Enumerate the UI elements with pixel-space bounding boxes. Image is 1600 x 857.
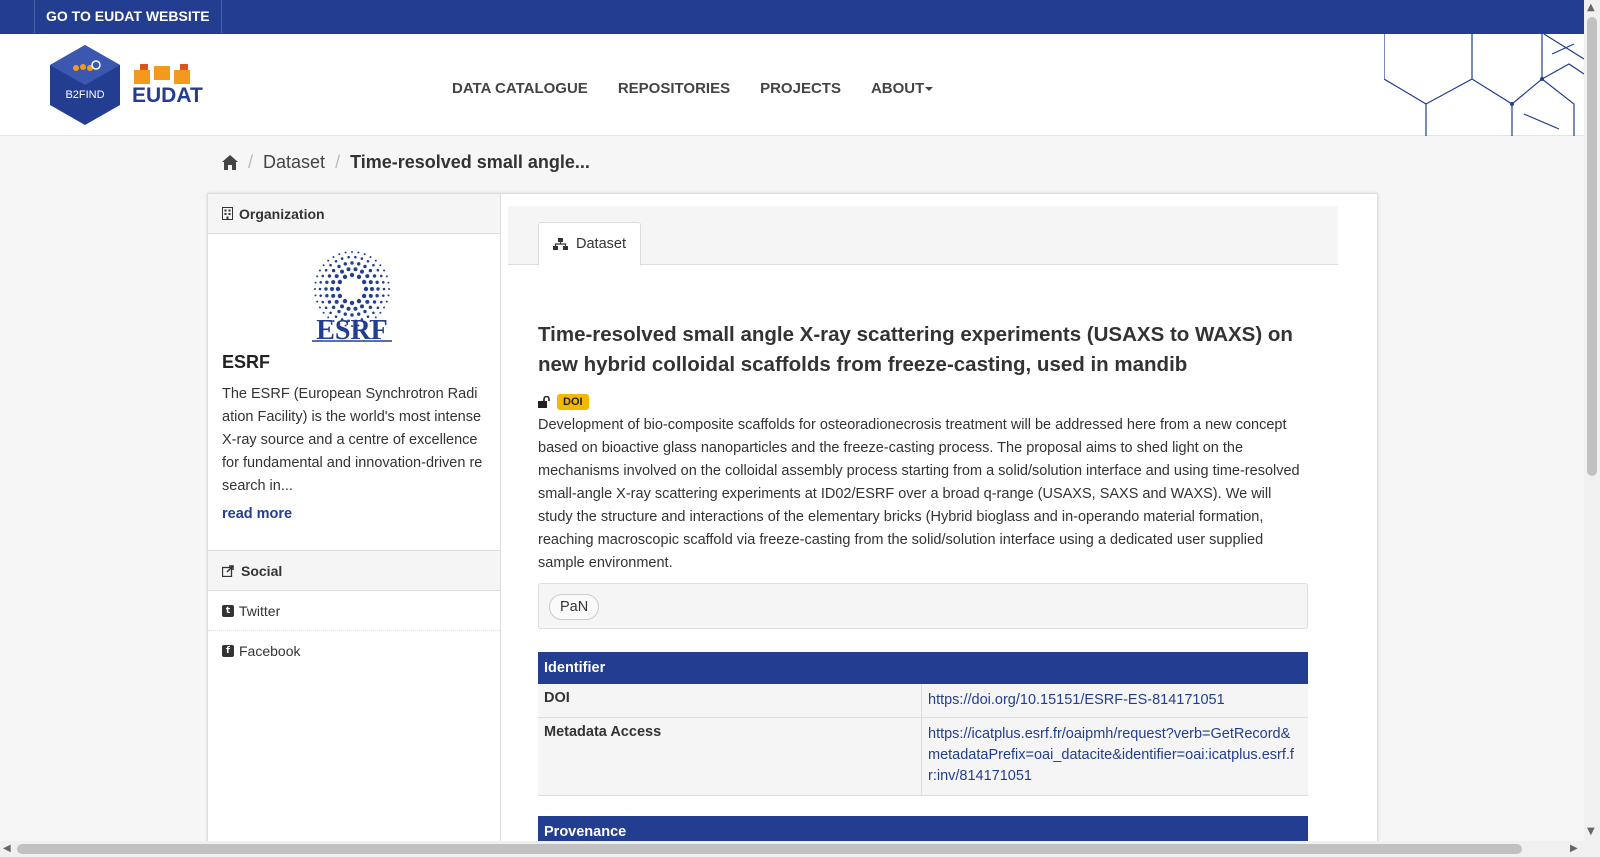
dataset-card: Organization ESRF ESRF The ESRF (Europea… (207, 193, 1378, 857)
facebook-label: Facebook (239, 643, 301, 659)
breadcrumb-separator: / (248, 152, 254, 172)
nav-repositories[interactable]: REPOSITORIES (618, 80, 730, 97)
site-header: B2FIND EUDAT DATA CATALOGUE REPOSITORIES… (0, 33, 1585, 136)
read-more-link[interactable]: read more (222, 506, 292, 522)
table-row: Metadata Access https://icatplus.esrf.fr… (538, 718, 1308, 796)
home-icon[interactable] (222, 155, 238, 170)
b2find-logo[interactable]: B2FIND (48, 43, 122, 127)
identifier-table: Identifier DOI https://doi.org/10.15151/… (538, 652, 1308, 848)
twitter-icon: t (222, 604, 234, 617)
social-heading: Social (208, 551, 500, 591)
doi-label: DOI (538, 684, 922, 717)
main-nav: DATA CATALOGUE REPOSITORIES PROJECTS ABO… (452, 80, 934, 97)
tab-dataset[interactable]: Dataset (538, 222, 641, 266)
tag-pill[interactable]: PaN (549, 594, 600, 620)
scroll-left-arrow-icon[interactable]: ◀ (3, 843, 11, 854)
organization-name[interactable]: ESRF (222, 352, 270, 373)
horizontal-scroll-thumb[interactable] (17, 844, 1522, 854)
unlock-icon (538, 396, 550, 408)
breadcrumb-separator: / (335, 152, 341, 172)
access-badges: DOI (538, 394, 589, 410)
nav-about-label: ABOUT (870, 80, 925, 97)
top-bar: GO TO EUDAT WEBSITE (0, 0, 1584, 34)
doi-badge: DOI (557, 394, 589, 410)
nav-about-dropdown[interactable]: ABOUT (870, 80, 934, 97)
vertical-scrollbar[interactable]: ▲ ▼ (1584, 0, 1600, 857)
social-section: Social (208, 550, 500, 591)
eudat-label: EUDAT (132, 84, 203, 107)
header-decoration (1383, 33, 1585, 136)
social-facebook-link[interactable]: f Facebook (208, 631, 500, 671)
horizontal-scrollbar[interactable]: ◀ ▶ (0, 841, 1584, 857)
tags-panel: PaN (538, 583, 1308, 629)
breadcrumb-dataset[interactable]: Dataset (263, 152, 325, 173)
scroll-right-arrow-icon[interactable]: ▶ (1570, 843, 1578, 854)
tabs-bar: Dataset (508, 206, 1338, 266)
facebook-icon: f (222, 645, 234, 657)
metadata-access-link[interactable]: https://icatplus.esrf.fr/oaipmh/request?… (922, 718, 1308, 795)
tab-dataset-label: Dataset (576, 236, 626, 252)
metadata-access-label: Metadata Access (538, 718, 922, 795)
esrf-logo[interactable]: ESRF (310, 251, 394, 346)
twitter-label: Twitter (239, 602, 281, 619)
nav-data-catalogue[interactable]: DATA CATALOGUE (452, 80, 588, 97)
b2find-label: B2FIND (65, 89, 104, 101)
eudat-website-link[interactable]: GO TO EUDAT WEBSITE (34, 0, 222, 33)
sitemap-icon (553, 238, 568, 250)
social-twitter-link[interactable]: t Twitter (208, 591, 500, 631)
scroll-down-arrow-icon[interactable]: ▼ (1587, 826, 1595, 837)
scroll-up-arrow-icon[interactable]: ▲ (1587, 2, 1595, 13)
organization-heading: Organization (208, 194, 500, 234)
social-heading-label: Social (241, 562, 283, 579)
building-icon (222, 207, 233, 220)
organization-heading-label: Organization (239, 205, 325, 222)
dataset-title: Time-resolved small angle X-ray scatteri… (538, 323, 1293, 376)
vertical-scroll-thumb[interactable] (1587, 17, 1597, 476)
table-row: DOI https://doi.org/10.15151/ESRF-ES-814… (538, 684, 1308, 718)
caret-down-icon (925, 87, 934, 92)
identifier-heading: Identifier (538, 652, 1308, 684)
share-icon (222, 564, 234, 577)
svg-text:ESRF: ESRF (316, 315, 388, 343)
sidebar: Organization ESRF ESRF The ESRF (Europea… (208, 194, 501, 857)
nav-projects[interactable]: PROJECTS (760, 80, 841, 97)
breadcrumb-current[interactable]: Time-resolved small angle... (350, 152, 590, 173)
doi-link[interactable]: https://doi.org/10.15151/ESRF-ES-8141710… (922, 684, 1308, 717)
eudat-logo[interactable]: EUDAT (132, 64, 204, 112)
breadcrumb: / Dataset / Time-resolved small angle... (222, 152, 590, 173)
dataset-description: Development of bio-composite scaffolds f… (538, 417, 1300, 571)
organization-description: The ESRF (European Synchrotron Radiation… (222, 386, 483, 494)
